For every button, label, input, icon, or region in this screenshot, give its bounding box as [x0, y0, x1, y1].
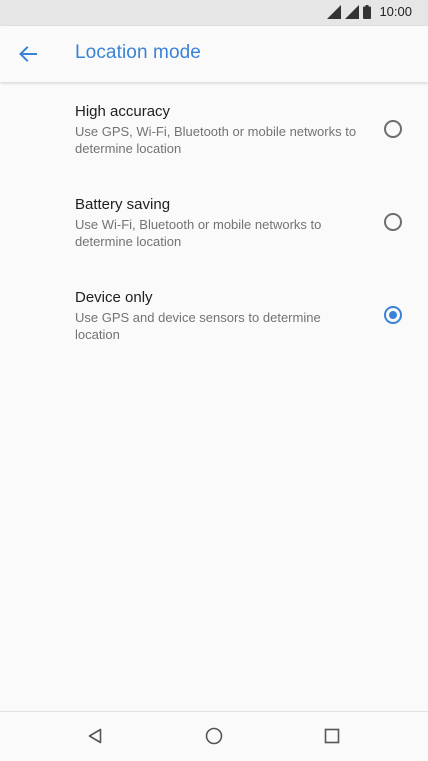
option-device-only[interactable]: Device only Use GPS and device sensors t… — [0, 268, 428, 361]
battery-icon — [363, 4, 372, 19]
option-summary: Use Wi-Fi, Bluetooth or mobile networks … — [75, 217, 322, 249]
nav-home-icon — [205, 727, 223, 745]
option-text: High accuracy Use GPS, Wi-Fi, Bluetooth … — [75, 102, 360, 157]
nav-home-button[interactable] — [202, 724, 226, 748]
back-button[interactable] — [14, 40, 42, 68]
option-title: Battery saving — [75, 196, 171, 213]
battery-saving-radio[interactable] — [384, 213, 402, 231]
high-accuracy-radio[interactable] — [384, 120, 402, 138]
wifi-signal-icon — [327, 4, 342, 19]
option-title: Device only — [75, 289, 153, 306]
option-text: Device only Use GPS and device sensors t… — [75, 288, 360, 343]
nav-recents-icon — [324, 728, 340, 744]
option-summary: Use GPS and device sensors to determine … — [75, 310, 321, 342]
location-mode-options: High accuracy Use GPS, Wi-Fi, Bluetooth … — [0, 82, 428, 361]
device-only-radio[interactable] — [384, 306, 402, 324]
option-summary: Use GPS, Wi-Fi, Bluetooth or mobile netw… — [75, 124, 357, 156]
option-title: High accuracy — [75, 103, 171, 120]
nav-back-button[interactable] — [83, 724, 107, 748]
cell-signal-icon — [345, 4, 360, 19]
option-high-accuracy[interactable]: High accuracy Use GPS, Wi-Fi, Bluetooth … — [0, 82, 428, 175]
navigation-bar — [0, 711, 428, 761]
status-icons: 10:00 — [327, 4, 412, 19]
page-title: Location mode — [75, 42, 201, 63]
nav-back-icon — [88, 728, 102, 744]
option-battery-saving[interactable]: Battery saving Use Wi-Fi, Bluetooth or m… — [0, 175, 428, 268]
option-text: Battery saving Use Wi-Fi, Bluetooth or m… — [75, 195, 360, 250]
status-bar: 10:00 — [0, 0, 428, 26]
arrow-back-icon — [19, 46, 37, 62]
app-bar: Location mode — [0, 26, 428, 82]
nav-recents-button[interactable] — [320, 724, 344, 748]
status-time: 10:00 — [379, 4, 412, 19]
